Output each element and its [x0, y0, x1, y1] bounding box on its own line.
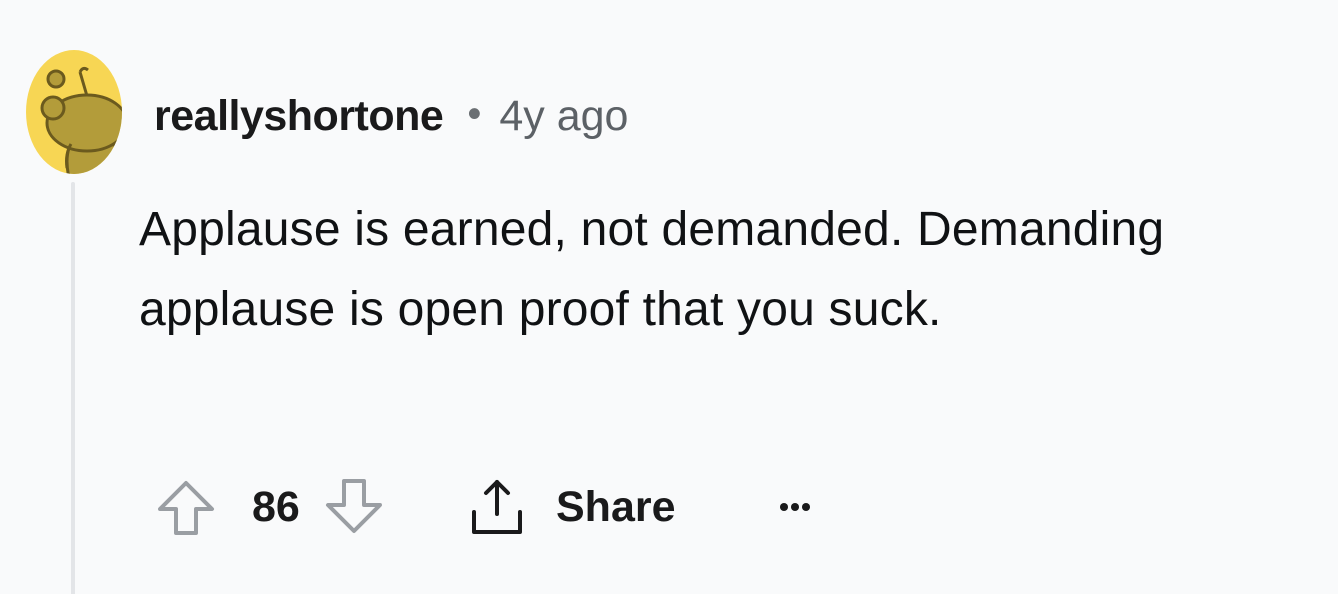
- upvote-button[interactable]: [150, 472, 222, 542]
- more-options-button[interactable]: [779, 487, 813, 527]
- timestamp[interactable]: 4y ago: [499, 92, 628, 141]
- share-button[interactable]: Share: [466, 476, 676, 538]
- meta-separator: •: [467, 91, 482, 136]
- avatar[interactable]: [25, 48, 123, 176]
- downvote-button[interactable]: [318, 472, 390, 542]
- more-options-icon: [779, 503, 788, 511]
- thread-line[interactable]: [71, 182, 75, 594]
- arrow-up-icon: [158, 481, 214, 535]
- arrow-down-icon: [326, 479, 382, 533]
- comment-card: reallyshortone • 4y ago Applause is earn…: [0, 0, 1338, 594]
- share-icon: [472, 480, 522, 534]
- username-link[interactable]: reallyshortone: [154, 92, 444, 141]
- comment-meta: reallyshortone • 4y ago: [154, 86, 628, 146]
- share-label: Share: [556, 482, 676, 531]
- comment-body: Applause is earned, not demanded. Demand…: [139, 203, 1165, 336]
- vote-score: 86: [252, 482, 300, 531]
- comment-actions: 86 Share: [150, 472, 813, 542]
- snoo-avatar-icon: [26, 50, 122, 174]
